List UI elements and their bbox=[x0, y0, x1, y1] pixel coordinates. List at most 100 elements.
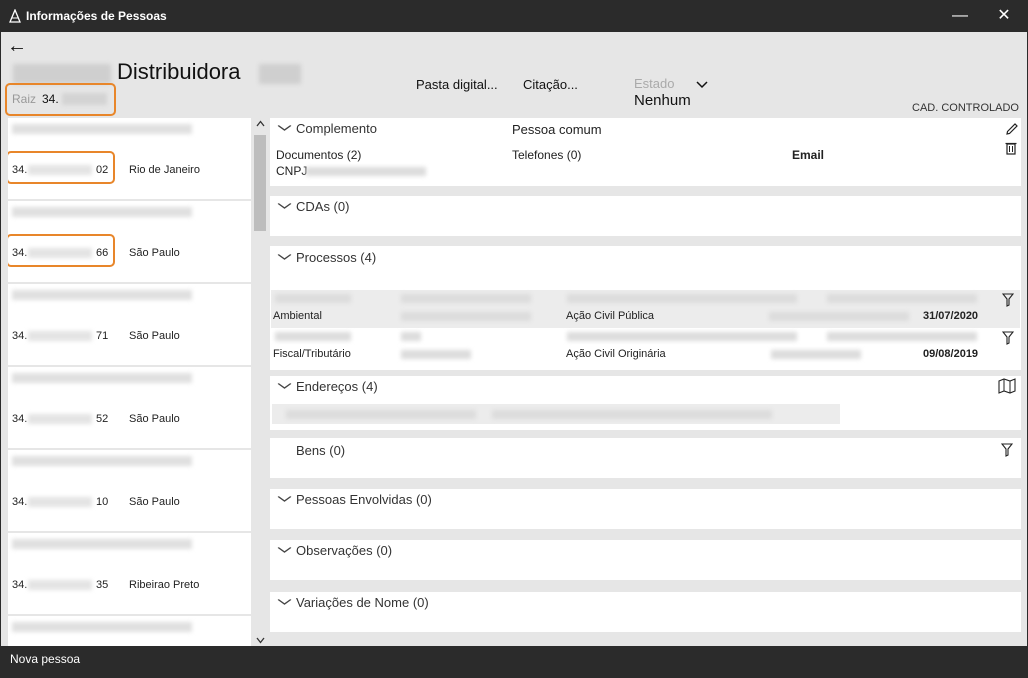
processos-title[interactable]: Processos (4) bbox=[296, 250, 376, 265]
processo-acao: Ação Civil Pública bbox=[566, 310, 655, 322]
list-item-cnpj-suffix: 35 bbox=[96, 579, 109, 591]
observacoes-title[interactable]: Observações (0) bbox=[296, 543, 392, 558]
list-item-name-redacted bbox=[12, 539, 192, 549]
processo-data: 09/08/2019 bbox=[923, 348, 979, 360]
list-item-city: São Paulo bbox=[129, 413, 180, 425]
filter-icon[interactable] bbox=[1002, 293, 1014, 307]
processo-redacted bbox=[401, 312, 531, 321]
list-item-name-redacted bbox=[12, 373, 192, 383]
list-item-cnpj-redacted bbox=[28, 497, 92, 507]
filter-icon[interactable] bbox=[1001, 443, 1013, 457]
observacoes-chevron-icon[interactable] bbox=[277, 546, 292, 554]
list-item-cnpj-prefix: 34. bbox=[12, 579, 28, 591]
list-item[interactable]: 34. 66 São Paulo bbox=[8, 201, 251, 282]
raiz-label: Raiz bbox=[12, 92, 37, 106]
edit-pencil-icon[interactable] bbox=[1004, 121, 1020, 137]
list-item-city: São Paulo bbox=[129, 247, 180, 259]
company-name-redacted-suffix bbox=[259, 64, 301, 84]
processo-redacted bbox=[827, 294, 977, 303]
list-item-name-redacted bbox=[12, 622, 192, 632]
list-item-cnpj-prefix: 34. bbox=[12, 330, 28, 342]
list-item-cnpj-redacted bbox=[28, 331, 92, 341]
scroll-down-icon[interactable] bbox=[256, 637, 265, 644]
minimize-button[interactable]: — bbox=[940, 4, 980, 28]
list-item-cnpj-prefix: 34. bbox=[12, 496, 28, 508]
list-item-name-redacted bbox=[12, 290, 192, 300]
list-item[interactable]: 34. 52 São Paulo bbox=[8, 367, 251, 448]
back-arrow-icon[interactable]: ← bbox=[7, 35, 27, 58]
list-item[interactable]: 34. 02 Rio de Janeiro bbox=[8, 118, 251, 199]
section-processos: Processos (4) Ambiental Ação Civil Públi… bbox=[270, 246, 1021, 370]
enderecos-title[interactable]: Endereços (4) bbox=[296, 379, 378, 394]
pessoas-envolvidas-title[interactable]: Pessoas Envolvidas (0) bbox=[296, 492, 432, 507]
processo-redacted bbox=[275, 294, 351, 303]
processo-redacted bbox=[401, 332, 421, 341]
raiz-value: 34. bbox=[42, 92, 59, 106]
processo-redacted bbox=[275, 332, 351, 341]
processo-redacted bbox=[401, 294, 531, 303]
scroll-thumb[interactable] bbox=[254, 135, 266, 231]
bens-title[interactable]: Bens (0) bbox=[296, 443, 345, 458]
list-item-city: São Paulo bbox=[129, 330, 180, 342]
status-bar: Nova pessoa bbox=[1, 646, 1027, 672]
cdas-chevron-icon[interactable] bbox=[277, 202, 292, 210]
section-enderecos: Endereços (4) bbox=[270, 376, 1021, 430]
list-item-cnpj-prefix: 34. bbox=[12, 413, 28, 425]
processo-redacted bbox=[827, 332, 977, 341]
company-name: Distribuidora bbox=[117, 59, 241, 84]
list-item[interactable]: 34. 71 São Paulo bbox=[8, 284, 251, 365]
telefones-label[interactable]: Telefones (0) bbox=[512, 148, 581, 162]
estado-chevron-down-icon[interactable] bbox=[696, 80, 708, 90]
citacao-button[interactable]: Citação... bbox=[523, 77, 578, 92]
variacoes-title[interactable]: Variações de Nome (0) bbox=[296, 595, 429, 610]
list-item[interactable]: 34. 10 São Paulo bbox=[8, 450, 251, 531]
endereco-redacted bbox=[492, 410, 772, 419]
enderecos-chevron-icon[interactable] bbox=[277, 382, 292, 390]
list-item-city: São Paulo bbox=[129, 496, 180, 508]
endereco-redacted bbox=[286, 410, 476, 419]
pasta-digital-button[interactable]: Pasta digital... bbox=[416, 77, 498, 92]
documentos-label[interactable]: Documentos (2) bbox=[276, 148, 361, 162]
list-item-cnpj-redacted bbox=[28, 414, 92, 424]
map-icon[interactable] bbox=[998, 378, 1016, 394]
cdas-title[interactable]: CDAs (0) bbox=[296, 199, 349, 214]
highlight-box bbox=[8, 151, 115, 184]
estado-value[interactable]: Nenhum bbox=[634, 92, 691, 109]
list-item[interactable]: 34. 35 Ribeirao Preto bbox=[8, 533, 251, 614]
close-button[interactable]: ✕ bbox=[984, 4, 1024, 28]
processo-redacted bbox=[567, 294, 797, 303]
nova-pessoa-button[interactable]: Nova pessoa bbox=[10, 652, 80, 666]
scroll-up-icon[interactable] bbox=[256, 120, 265, 127]
cnpj-redacted bbox=[306, 167, 426, 176]
section-observacoes: Observações (0) bbox=[270, 540, 1021, 580]
filter-icon[interactable] bbox=[1002, 331, 1014, 345]
processos-chevron-icon[interactable] bbox=[277, 253, 292, 261]
cad-controlado-label: CAD. CONTROLADO bbox=[912, 102, 1019, 114]
complemento-title[interactable]: Complemento bbox=[296, 121, 377, 136]
processo-area: Ambiental bbox=[273, 310, 322, 322]
raiz-redacted bbox=[62, 93, 107, 105]
pessoas-envolvidas-chevron-icon[interactable] bbox=[277, 495, 292, 503]
complemento-chevron-icon[interactable] bbox=[277, 124, 292, 132]
processo-row[interactable]: Ambiental Ação Civil Pública 31/07/2020 bbox=[271, 290, 1020, 328]
endereco-row[interactable] bbox=[272, 404, 840, 424]
raiz-field: Raiz 34. bbox=[5, 83, 116, 116]
establishment-list: 34. 02 Rio de Janeiro 34. 66 São Paulo 3… bbox=[8, 118, 251, 646]
list-scrollbar[interactable] bbox=[252, 118, 269, 646]
processo-redacted bbox=[567, 332, 797, 341]
section-pessoas-envolvidas: Pessoas Envolvidas (0) bbox=[270, 489, 1021, 529]
section-complemento: Complemento Pessoa comum Documentos (2) … bbox=[270, 118, 1021, 186]
list-item-cnpj-suffix: 71 bbox=[96, 330, 109, 342]
highlight-box bbox=[8, 234, 115, 267]
estado-label: Estado bbox=[634, 76, 675, 91]
title-bar: Informações de Pessoas — ✕ bbox=[0, 0, 1028, 32]
list-item-name-redacted bbox=[12, 207, 192, 217]
variacoes-chevron-icon[interactable] bbox=[277, 598, 292, 606]
window-title: Informações de Pessoas bbox=[26, 9, 167, 23]
processo-row[interactable]: Fiscal/Tributário Ação Civil Originária … bbox=[271, 328, 1020, 366]
list-item-city: Rio de Janeiro bbox=[129, 164, 200, 176]
delete-trash-icon[interactable] bbox=[1004, 140, 1018, 156]
section-bens: Bens (0) bbox=[270, 438, 1021, 478]
list-item-city: Ribeirao Preto bbox=[129, 579, 200, 591]
list-item[interactable] bbox=[8, 616, 251, 646]
